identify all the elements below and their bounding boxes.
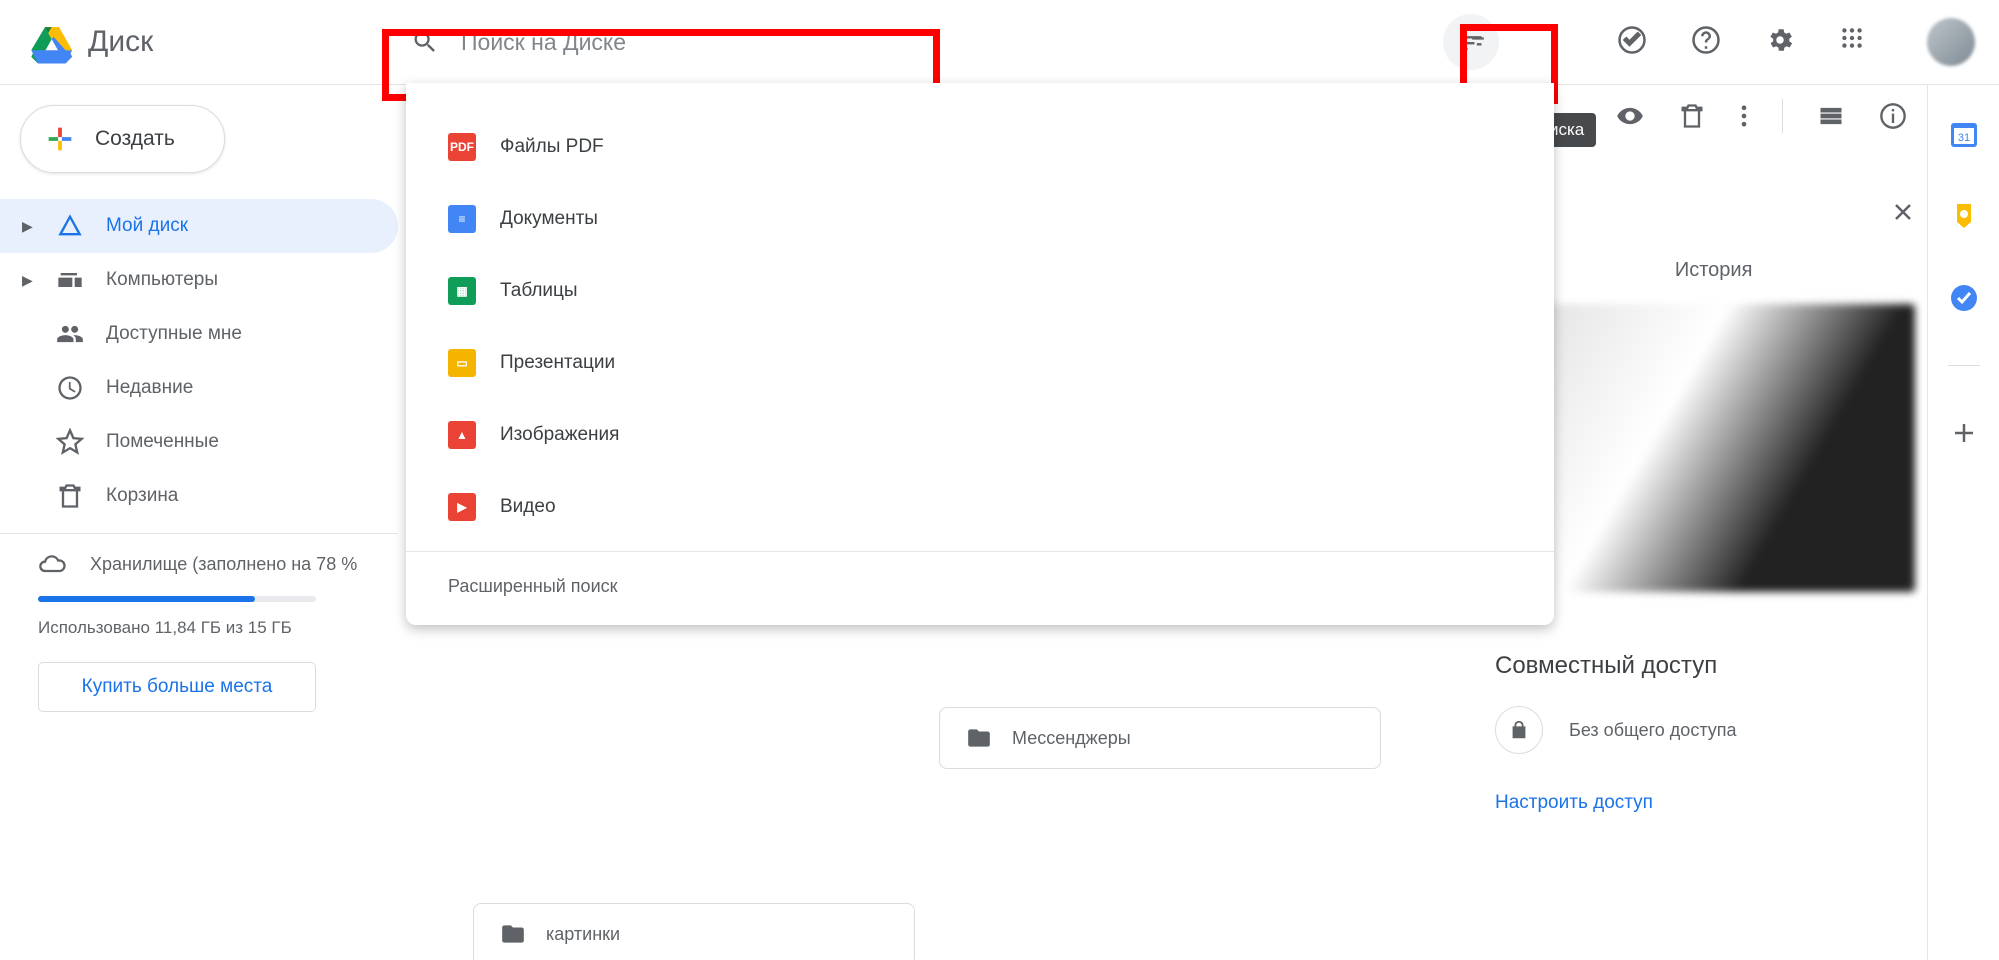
nav-trash[interactable]: ▶ Корзина — [0, 469, 398, 523]
separator — [1782, 99, 1783, 133]
suggestion-video[interactable]: ▶Видео — [406, 471, 1554, 543]
layout-button[interactable] — [1817, 102, 1845, 130]
preview-button[interactable] — [1616, 102, 1644, 130]
nav-my-drive[interactable]: ▶ Мой диск — [0, 199, 398, 253]
suggestion-images[interactable]: ▲Изображения — [406, 399, 1554, 471]
storage-used-text: Использовано 11,84 ГБ из 15 ГБ — [38, 616, 372, 640]
suggestion-pdf[interactable]: PDFФайлы PDF — [406, 111, 1554, 183]
suggestion-slides[interactable]: ▭Презентации — [406, 327, 1554, 399]
search-wrap — [383, 11, 1617, 73]
nav-starred[interactable]: ▶ Помеченные — [0, 415, 398, 469]
people-icon — [56, 320, 84, 348]
delete-button[interactable] — [1678, 102, 1706, 130]
tab-history[interactable]: История — [1675, 259, 1753, 304]
support-button[interactable] — [1691, 25, 1725, 59]
chevron-right-icon: ▶ — [22, 218, 34, 235]
slides-icon: ▭ — [448, 349, 476, 377]
share-heading: Совместный доступ — [1495, 652, 1915, 680]
chevron-right-icon: ▶ — [22, 272, 34, 289]
folder-card[interactable]: Мессенджеры — [939, 707, 1381, 769]
more-button[interactable] — [1740, 102, 1748, 130]
nav-label: Доступные мне — [106, 323, 242, 345]
separator — [0, 533, 398, 534]
storage-bar-fill — [38, 596, 255, 602]
header: Диск Параметры поиска — [0, 0, 1999, 85]
main: PDFФайлы PDF ≡Документы ▦Таблицы ▭Презен… — [398, 85, 1927, 960]
folder-icon — [966, 725, 992, 751]
share-status-row: Без общего доступа — [1495, 706, 1915, 754]
keep-app-button[interactable] — [1949, 201, 1979, 231]
star-icon — [56, 428, 84, 456]
image-icon: ▲ — [448, 421, 476, 449]
add-apps-button[interactable] — [1949, 418, 1979, 448]
suggestion-docs[interactable]: ≡Документы — [406, 183, 1554, 255]
configure-access-link[interactable]: Настроить доступ — [1495, 792, 1915, 814]
lock-icon — [1495, 706, 1543, 754]
header-actions — [1617, 18, 1977, 66]
sheets-icon: ▦ — [448, 277, 476, 305]
svg-text:31: 31 — [1957, 132, 1969, 144]
nav-label: Корзина — [106, 485, 178, 507]
folder-icon — [500, 921, 526, 947]
sidebar: Создать ▶ Мой диск ▶ Компьютеры ▶ Доступ… — [0, 85, 398, 960]
search-suggestions-panel: PDFФайлы PDF ≡Документы ▦Таблицы ▭Презен… — [406, 83, 1554, 625]
search-options-button[interactable] — [1443, 14, 1499, 70]
right-rail: 31 — [1927, 85, 1999, 960]
plus-icon — [43, 122, 77, 156]
offline-ready-button[interactable] — [1617, 25, 1651, 59]
apps-button[interactable] — [1839, 25, 1873, 59]
devices-icon — [56, 266, 84, 294]
folder-name: Мессенджеры — [1012, 728, 1131, 749]
details-tabs: йства История — [1495, 259, 1915, 304]
storage-row[interactable]: Хранилище (заполнено на 78 % — [38, 550, 372, 578]
pdf-icon: PDF — [448, 133, 476, 161]
create-label: Создать — [95, 127, 175, 151]
clock-icon — [56, 374, 84, 402]
suggestion-sheets[interactable]: ▦Таблицы — [406, 255, 1554, 327]
folder-name: картинки — [546, 924, 620, 945]
drive-icon — [56, 212, 84, 240]
search-icon — [411, 28, 439, 56]
nav: ▶ Мой диск ▶ Компьютеры ▶ Доступные мне … — [0, 199, 398, 523]
buy-storage-button[interactable]: Купить больше места — [38, 662, 316, 713]
body: Создать ▶ Мой диск ▶ Компьютеры ▶ Доступ… — [0, 85, 1999, 960]
search-box — [383, 11, 1513, 73]
separator — [1948, 365, 1980, 366]
storage-label: Хранилище (заполнено на 78 % — [90, 554, 357, 575]
search-input[interactable] — [461, 29, 1503, 56]
logo[interactable]: Диск — [28, 18, 383, 66]
nav-label: Мой диск — [106, 215, 188, 237]
folder-card[interactable]: картинки — [473, 903, 915, 960]
trash-icon — [56, 482, 84, 510]
tune-icon — [1457, 28, 1485, 56]
account-avatar[interactable] — [1927, 18, 1975, 66]
video-icon: ▶ — [448, 493, 476, 521]
info-button[interactable] — [1879, 102, 1907, 130]
file-toolbar — [1616, 99, 1927, 133]
docs-icon: ≡ — [448, 205, 476, 233]
app-title: Диск — [88, 25, 153, 59]
drive-logo-icon — [28, 18, 76, 66]
share-status-text: Без общего доступа — [1569, 720, 1737, 741]
close-details-button[interactable] — [1891, 200, 1915, 224]
nav-recent[interactable]: ▶ Недавние — [0, 361, 398, 415]
nav-label: Помеченные — [106, 431, 219, 453]
tasks-app-button[interactable] — [1949, 283, 1979, 313]
calendar-app-button[interactable]: 31 — [1949, 119, 1979, 149]
nav-shared[interactable]: ▶ Доступные мне — [0, 307, 398, 361]
storage-bar — [38, 596, 316, 602]
advanced-search-link[interactable]: Расширенный поиск — [406, 552, 1554, 625]
settings-button[interactable] — [1765, 25, 1799, 59]
file-preview — [1495, 304, 1915, 592]
nav-computers[interactable]: ▶ Компьютеры — [0, 253, 398, 307]
create-button[interactable]: Создать — [20, 105, 225, 173]
nav-label: Недавние — [106, 377, 193, 399]
storage-section: Хранилище (заполнено на 78 % Использован… — [0, 550, 398, 712]
cloud-icon — [38, 550, 66, 578]
nav-label: Компьютеры — [106, 269, 218, 291]
